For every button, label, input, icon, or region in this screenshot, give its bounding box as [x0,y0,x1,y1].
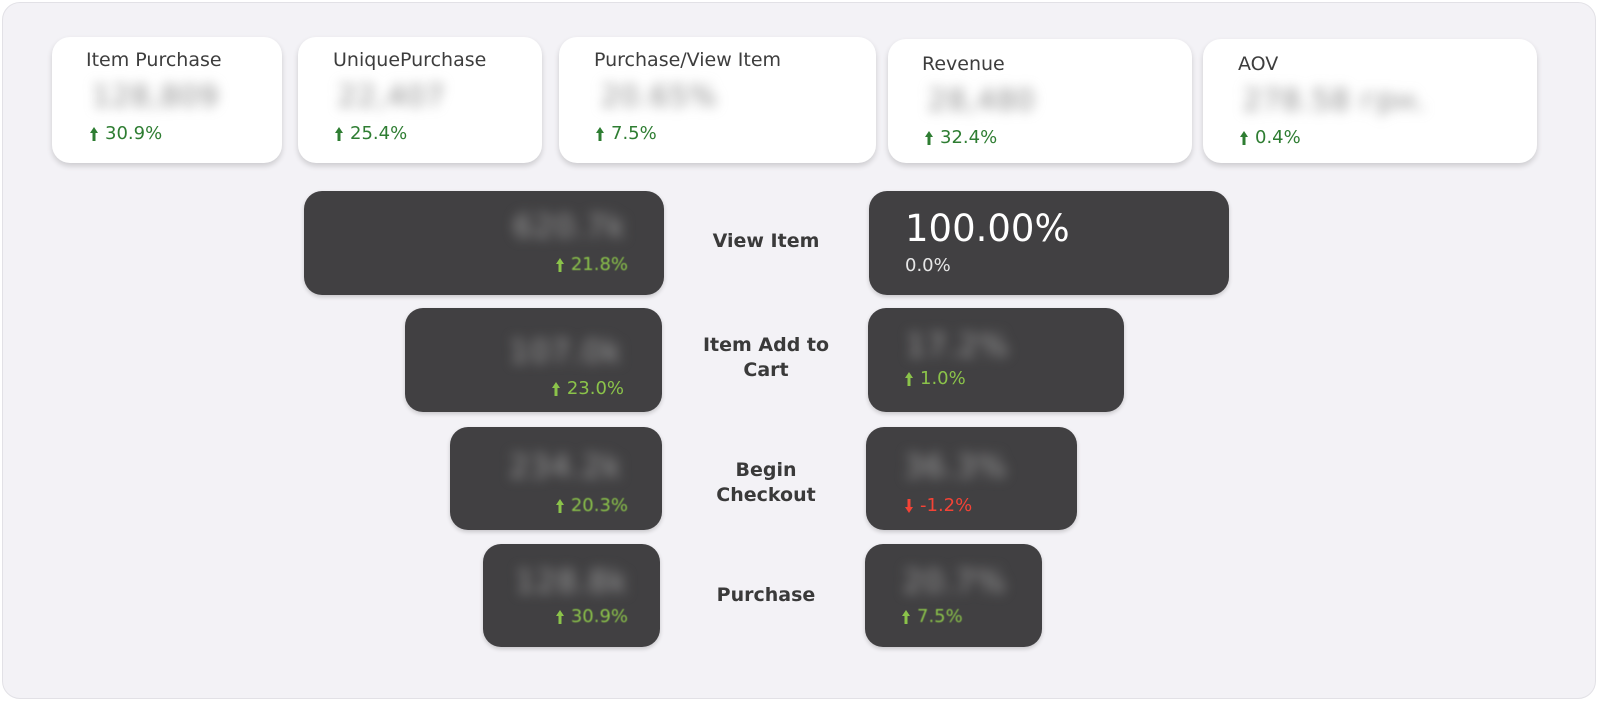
arrow-up-icon [90,126,98,141]
kpi-card-unique-purchase: UniquePurchase 22,407 25.4% [298,37,542,163]
kpi-value: 22,407 [338,79,446,113]
funnel-left-value: 107.0k [509,334,622,370]
kpi-delta-text: 30.9% [105,123,163,144]
kpi-card-purchase-view-item: Purchase/View Item 20.65% 7.5% [559,37,876,163]
kpi-card-revenue: Revenue 28,480 32.4% [888,39,1192,163]
funnel-right-value: 17.2% [906,328,1010,364]
funnel-right-value: 100.00% [905,207,1070,250]
arrow-up-icon [1240,130,1248,145]
funnel-left-bar-view-item: 620.7k 21.8% [304,191,664,295]
funnel-left-value: 128.8k [515,564,628,600]
funnel-left-delta: 21.8% [555,254,628,275]
kpi-label: AOV [1238,53,1279,75]
arrow-up-icon [555,257,564,272]
funnel-right-bar-purchase: 20.7% 7.5% [865,544,1042,647]
kpi-card-aov: AOV 278.58 грн. 0.4% [1203,39,1537,163]
funnel-left-bar-add-to-cart: 107.0k 23.0% [405,308,662,412]
funnel-stage-label: Purchase [716,584,816,606]
funnel-right-bar-add-to-cart: 17.2% 1.0% [868,308,1124,412]
kpi-value: 128,809 [92,79,219,113]
arrow-up-icon [555,609,564,624]
funnel-right-delta: 7.5% [901,606,963,627]
dashboard-frame: Item Purchase 128,809 30.9% UniquePurcha… [2,2,1596,699]
kpi-delta: 30.9% [89,123,162,144]
funnel-left-delta: 30.9% [555,606,628,627]
kpi-value: 278.58 грн. [1243,83,1427,117]
funnel-stage-label: View Item [712,230,820,252]
kpi-delta-text: 0.4% [1255,127,1301,148]
kpi-delta-text: 32.4% [940,127,998,148]
funnel-left-delta-text: 30.9% [570,606,628,627]
funnel-right-delta-text: -1.2% [920,495,973,516]
funnel-left-delta: 23.0% [551,378,624,399]
kpi-delta-text: 25.4% [350,123,408,144]
kpi-delta: 7.5% [595,123,657,144]
arrow-up-icon [551,381,560,396]
funnel-left-value: 234.2k [509,449,622,485]
arrow-up-icon [902,609,910,624]
funnel-right-bar-begin-checkout: 36.3% -1.2% [866,427,1077,530]
funnel-right-delta: -1.2% [904,495,972,516]
funnel-left-value: 620.7k [513,209,626,245]
funnel-right-value: 36.3% [904,449,1008,485]
funnel-right-delta: 1.0% [904,368,966,389]
kpi-label: Revenue [922,53,1005,75]
funnel-right-delta-text: 1.0% [920,368,966,389]
kpi-value: 28,480 [928,83,1036,117]
funnel-right-delta: 0.0% [905,255,951,276]
funnel-right-delta-text: 0.0% [905,255,951,276]
kpi-card-item-purchase: Item Purchase 128,809 30.9% [52,37,282,163]
funnel-left-delta: 20.3% [555,495,628,516]
kpi-label: Purchase/View Item [594,49,782,71]
funnel-left-delta-text: 23.0% [566,378,624,399]
arrow-down-icon [905,498,913,513]
kpi-delta: 25.4% [334,123,407,144]
kpi-delta-text: 7.5% [611,123,657,144]
arrow-up-icon [555,498,564,513]
funnel-right-bar-view-item: 100.00% 0.0% [869,191,1229,295]
arrow-up-icon [925,130,933,145]
arrow-up-icon [596,126,604,141]
funnel-stage-label: Item Add to Cart [702,334,830,381]
kpi-value: 20.65% [601,79,718,113]
funnel-right-delta-text: 7.5% [917,606,963,627]
arrow-up-icon [335,126,343,141]
kpi-label: UniquePurchase [333,49,487,71]
kpi-delta: 32.4% [924,127,997,148]
kpi-label: Item Purchase [86,49,222,71]
kpi-delta: 0.4% [1239,127,1301,148]
funnel-stage-label: Begin Checkout [716,459,816,506]
funnel-left-delta-text: 21.8% [570,254,628,275]
funnel-right-value: 20.7% [903,564,1007,600]
arrow-up-icon [905,371,913,386]
funnel-left-bar-begin-checkout: 234.2k 20.3% [450,427,662,530]
funnel-left-delta-text: 20.3% [570,495,628,516]
funnel-left-bar-purchase: 128.8k 30.9% [483,544,660,647]
